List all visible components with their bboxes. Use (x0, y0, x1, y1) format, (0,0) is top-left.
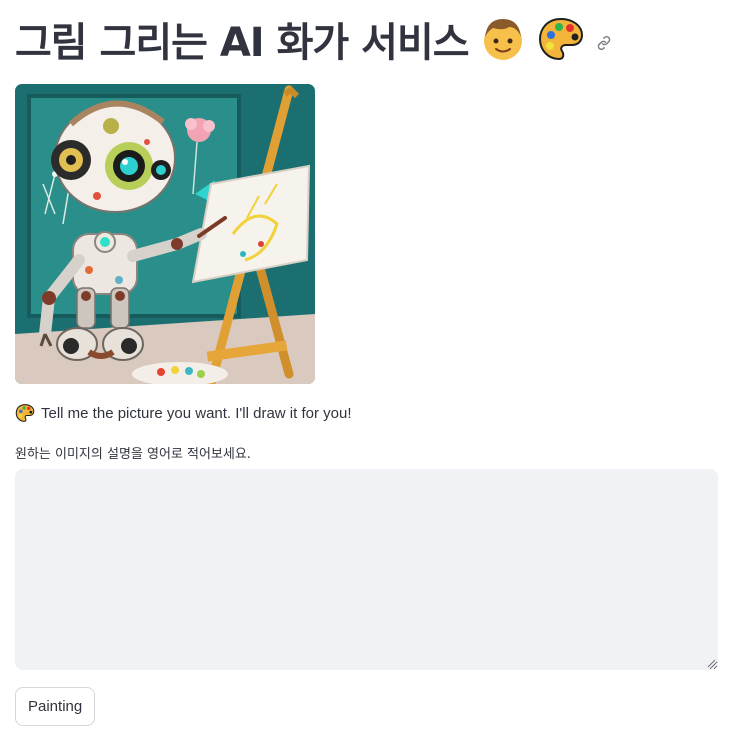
page-title-row: 그림 그리는 AI 화가 서비스 (15, 10, 613, 68)
painting-button[interactable]: Painting (15, 687, 96, 726)
hero-image (15, 84, 315, 384)
link-icon[interactable] (595, 34, 613, 52)
prompt-label: 원하는 이미지의 설명을 영어로 적어보세요. (15, 447, 251, 462)
artist-palette-icon (538, 17, 583, 61)
resize-grip-icon[interactable] (706, 658, 716, 668)
artist-palette-icon (15, 404, 35, 422)
intro-caption: Tell me the picture you want. I'll draw … (15, 401, 352, 425)
robot-painter-illustration (15, 84, 315, 384)
page-title: 그림 그리는 AI 화가 서비스 (15, 20, 470, 66)
boy-face-icon (483, 19, 522, 60)
intro-text: Tell me the picture you want. I'll draw … (41, 404, 352, 422)
prompt-textarea[interactable] (15, 469, 718, 670)
